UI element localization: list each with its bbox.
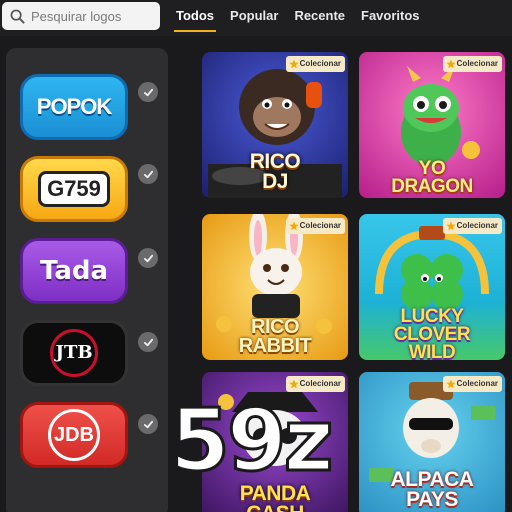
game-title: YO DRAGON <box>391 158 473 198</box>
star-icon <box>446 221 456 231</box>
search-box[interactable] <box>2 2 160 30</box>
tab-favoritos[interactable]: Favoritos <box>361 0 420 32</box>
provider-label: JDB <box>48 409 100 461</box>
tab-popular[interactable]: Popular <box>230 0 278 32</box>
game-card-alpaca-pays[interactable]: Colecionar ALPACA PAYS <box>359 372 505 512</box>
collect-badge[interactable]: Colecionar <box>285 56 345 72</box>
provider-popok-logo[interactable]: POPOK <box>20 74 128 140</box>
check-icon[interactable] <box>138 414 158 434</box>
provider-jdb-logo[interactable]: JDB <box>20 402 128 468</box>
provider-jtb-logo[interactable]: JTB <box>20 320 128 386</box>
star-icon <box>289 379 299 389</box>
search-icon <box>10 9 25 24</box>
provider-label: Tada <box>39 256 109 286</box>
search-input[interactable] <box>31 8 151 24</box>
star-icon <box>289 59 299 69</box>
star-icon <box>446 59 456 69</box>
check-icon[interactable] <box>138 82 158 102</box>
provider-label: POPOK <box>36 94 112 119</box>
collect-badge[interactable]: Colecionar <box>442 56 502 72</box>
watermark-text: 59z <box>169 391 336 491</box>
game-card-rico-rabbit[interactable]: Colecionar RICO RABBIT <box>202 214 348 360</box>
provider-label: JTB <box>50 329 98 377</box>
check-icon[interactable] <box>138 332 158 352</box>
collect-badge[interactable]: Colecionar <box>285 218 345 234</box>
tab-recente[interactable]: Recente <box>294 0 345 32</box>
check-icon[interactable] <box>138 164 158 184</box>
tab-todos[interactable]: Todos <box>173 0 217 32</box>
top-bar: Todos Popular Recente Favoritos <box>0 0 512 36</box>
game-title: RICO DJ <box>249 150 301 193</box>
provider-tada-logo[interactable]: Tada <box>20 238 128 304</box>
provider-g759-logo[interactable]: G759 <box>20 156 128 222</box>
provider-sidebar: POPOK G759 Tada JTB JDB <box>6 48 168 512</box>
game-title: RICO RABBIT <box>238 316 312 357</box>
collect-badge[interactable]: Colecionar <box>442 218 502 234</box>
star-icon <box>289 221 299 231</box>
game-title: LUCKY CLOVER WILD <box>393 306 471 360</box>
star-icon <box>446 379 456 389</box>
collect-badge[interactable]: Colecionar <box>442 376 502 392</box>
tab-bar: Todos Popular Recente Favoritos <box>168 0 428 36</box>
collect-badge[interactable]: Colecionar <box>285 376 345 392</box>
game-title: ALPACA PAYS <box>390 468 474 511</box>
game-card-yo-dragon[interactable]: Colecionar YO DRAGON <box>359 52 505 198</box>
game-card-rico-dj[interactable]: Colecionar RICO DJ <box>202 52 348 198</box>
check-icon[interactable] <box>138 248 158 268</box>
provider-label: G759 <box>38 171 110 207</box>
game-card-lucky-clover-wild[interactable]: Colecionar LUCKY CLOVER WILD <box>359 214 505 360</box>
